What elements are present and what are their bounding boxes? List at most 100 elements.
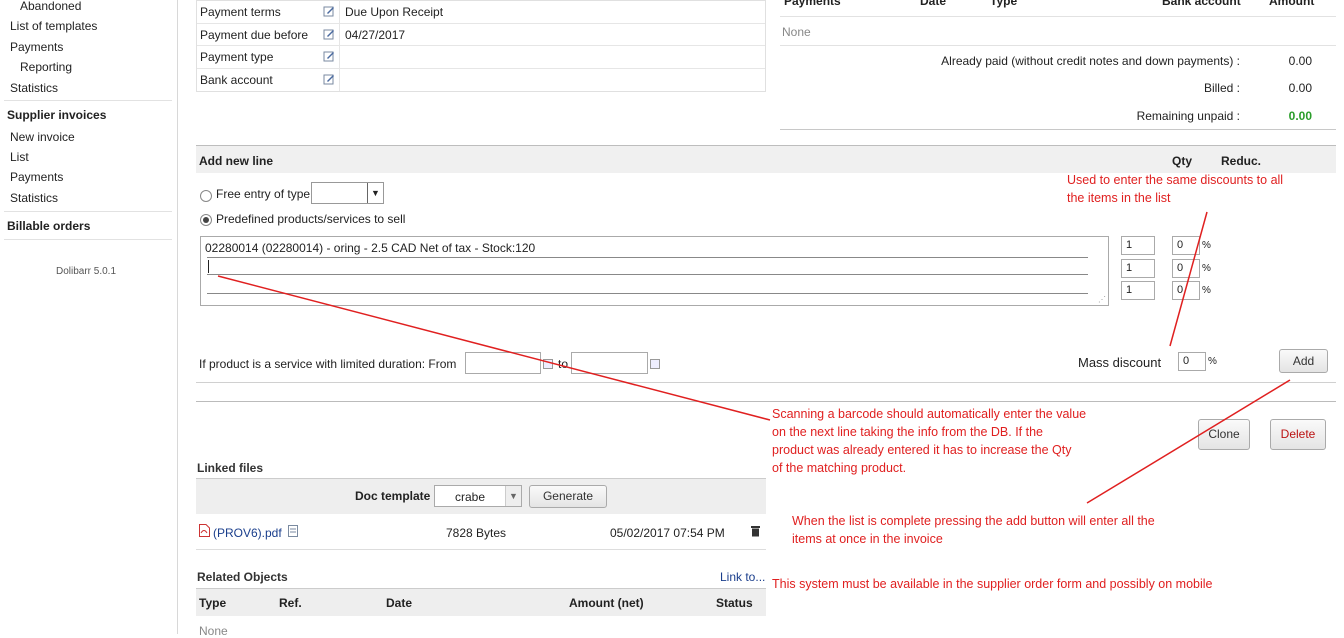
annotation-barcode: Scanning a barcode should automatically … (772, 407, 1087, 475)
payments-col-amount: Amount (1269, 0, 1315, 8)
reduc-input-1[interactable]: 0 (1172, 236, 1200, 255)
remaining-unpaid-value: 0.00 (1288, 109, 1312, 123)
edit-icon[interactable] (323, 50, 335, 62)
to-label: to (558, 357, 569, 371)
generate-button[interactable]: Generate (529, 485, 607, 508)
related-col-type: Type (199, 596, 227, 610)
invoice-info-table: Payment terms Due Upon Receipt Payment d… (196, 0, 766, 92)
sidebar-heading-supplier-invoices[interactable]: Supplier invoices (7, 108, 106, 122)
already-paid-value: 0.00 (1288, 54, 1312, 68)
payments-header: Payments Date Type Bank account Amount (780, 0, 1336, 12)
reduc-input-3[interactable]: 0 (1172, 281, 1200, 300)
related-objects-title: Related Objects (197, 570, 288, 584)
doc-template-value: crabe (455, 490, 486, 504)
product-line-1: 02280014 (02280014) - oring - 2.5 CAD Ne… (205, 241, 536, 255)
edit-icon[interactable] (323, 5, 335, 17)
info-label: Payment terms (200, 5, 281, 19)
free-entry-radio[interactable] (200, 190, 212, 202)
delete-button[interactable]: Delete (1270, 419, 1326, 450)
info-label: Bank account (200, 72, 273, 87)
annotation-discount: Used to enter the same discounts to all … (1067, 173, 1284, 205)
pdf-file-icon (199, 524, 210, 537)
mass-discount-input[interactable]: 0 (1178, 352, 1206, 371)
sidebar-item-supplier-statistics[interactable]: Statistics (10, 191, 58, 205)
doc-template-label: Doc template (355, 489, 431, 503)
file-link[interactable]: (PROV6).pdf (213, 526, 282, 540)
sidebar-item-supplier-payments[interactable]: Payments (10, 170, 63, 184)
add-line-title: Add new line (199, 154, 274, 168)
info-label: Payment due before (200, 27, 309, 42)
date-from-input[interactable] (465, 352, 541, 374)
payments-col-payments: Payments (784, 0, 841, 8)
billed-value: 0.00 (1288, 81, 1312, 95)
sidebar-item-abandoned[interactable]: Abandoned (20, 0, 81, 13)
sidebar-heading-billable-orders[interactable]: Billable orders (7, 219, 90, 233)
calendar-icon[interactable] (650, 359, 660, 369)
info-row-payment-due: Payment due before 04/27/2017 (197, 23, 765, 46)
already-paid-label: Already paid (without credit notes and d… (941, 54, 1240, 68)
info-value: Due Upon Receipt (345, 5, 444, 19)
chevron-down-icon: ▼ (367, 183, 383, 203)
predefined-products-label: Predefined products/services to sell (216, 212, 406, 226)
edit-icon[interactable] (323, 28, 335, 40)
sidebar-item-new-invoice[interactable]: New invoice (10, 130, 75, 144)
service-duration-label: If product is a service with limited dur… (199, 357, 457, 371)
related-col-date: Date (386, 596, 413, 610)
annotation-system: This system must be available in the sup… (772, 577, 1213, 591)
file-size: 7828 Bytes (446, 526, 507, 540)
related-col-status: Status (716, 596, 753, 610)
sidebar-divider (4, 100, 172, 101)
remaining-unpaid-label: Remaining unpaid : (1136, 109, 1240, 123)
info-label: Payment type (200, 50, 274, 64)
product-lines-textarea[interactable]: 02280014 (02280014) - oring - 2.5 CAD Ne… (200, 236, 1109, 306)
sidebar-item-reporting[interactable]: Reporting (20, 60, 72, 74)
sidebar: Abandoned List of templates Payments Rep… (0, 0, 178, 634)
edit-icon[interactable] (323, 73, 335, 85)
info-row-payment-terms: Payment terms Due Upon Receipt (197, 1, 765, 24)
qty-input-3[interactable]: 1 (1121, 281, 1155, 300)
linked-files-title: Linked files (197, 461, 264, 475)
sidebar-item-list-of-templates[interactable]: List of templates (10, 19, 97, 33)
related-objects-header: Type Ref. Date Amount (net) Status (196, 588, 766, 616)
trash-icon[interactable] (750, 525, 761, 537)
calendar-icon[interactable] (543, 359, 553, 369)
text-cursor (208, 260, 209, 273)
info-row-bank-account: Bank account (197, 68, 765, 91)
info-row-payment-type: Payment type (197, 46, 765, 69)
doc-template-select[interactable]: crabe ▼ (434, 485, 522, 507)
annotation-line-add (1086, 379, 1291, 504)
predefined-products-radio[interactable] (200, 214, 212, 226)
payments-none: None (782, 25, 811, 39)
qty-header: Qty (1172, 154, 1193, 168)
add-line-header: Add new line Qty Reduc. (196, 145, 1336, 173)
file-date: 05/02/2017 07:54 PM (610, 526, 725, 540)
link-to-link[interactable]: Link to... (720, 570, 765, 584)
related-col-ref: Ref. (279, 596, 302, 610)
sidebar-item-list[interactable]: List (10, 150, 29, 164)
related-col-amount: Amount (net) (569, 596, 644, 610)
payments-col-date: Date (920, 0, 947, 8)
annotation-line-discount (1169, 211, 1208, 347)
payments-col-bank-account: Bank account (1162, 0, 1241, 8)
qty-input-1[interactable]: 1 (1121, 236, 1155, 255)
qty-input-2[interactable]: 1 (1121, 259, 1155, 278)
version-label: Dolibarr 5.0.1 (55, 266, 117, 277)
mass-discount-label: Mass discount (1078, 355, 1162, 370)
sidebar-item-payments[interactable]: Payments (10, 40, 63, 54)
sidebar-divider (4, 211, 172, 212)
payments-col-type: Type (990, 0, 1018, 8)
reduc-input-2[interactable]: 0 (1172, 259, 1200, 278)
billed-label: Billed : (1203, 81, 1240, 95)
resize-handle-icon[interactable]: ⋰ (1098, 295, 1106, 304)
chevron-down-icon: ▼ (505, 486, 521, 506)
clone-button[interactable]: Clone (1198, 419, 1250, 450)
related-none: None (199, 624, 228, 638)
sidebar-item-statistics[interactable]: Statistics (10, 81, 58, 95)
date-to-input[interactable] (571, 352, 648, 374)
reduc-header: Reduc. (1221, 154, 1262, 168)
annotation-add-button: When the list is complete pressing the a… (792, 514, 1155, 546)
preview-icon[interactable] (288, 525, 299, 537)
add-button[interactable]: Add (1279, 349, 1328, 373)
free-entry-type-select[interactable]: ▼ (311, 182, 384, 204)
sidebar-divider (4, 239, 172, 240)
